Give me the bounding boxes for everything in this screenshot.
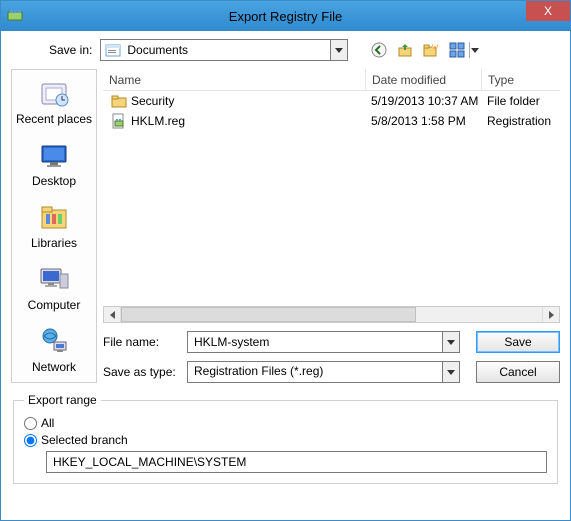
file-name-dropdown[interactable] <box>442 332 459 352</box>
file-row[interactable]: Security 5/19/2013 10:37 AM File folder <box>103 91 560 111</box>
export-selected-radio[interactable] <box>24 434 37 447</box>
place-network[interactable]: Network <box>14 324 94 376</box>
file-name: HKLM.reg <box>131 114 365 128</box>
export-all-radio[interactable] <box>24 417 37 430</box>
save-in-value: Documents <box>125 43 330 57</box>
cancel-button[interactable]: Cancel <box>476 361 560 383</box>
view-dropdown[interactable] <box>469 42 479 58</box>
place-libraries[interactable]: Libraries <box>14 200 94 252</box>
places-bar: Recent places Desktop Libraries Computer… <box>11 69 97 383</box>
save-button[interactable]: Save <box>476 331 560 353</box>
new-folder-button[interactable]: ★ <box>420 39 442 61</box>
file-name: Security <box>131 94 365 108</box>
export-range-legend: Export range <box>24 393 101 407</box>
save-type-combo[interactable]: Registration Files (*.reg) <box>187 361 460 383</box>
app-icon <box>7 8 23 24</box>
up-folder-icon <box>397 42 413 58</box>
place-label: Computer <box>28 298 81 312</box>
place-label: Network <box>32 360 76 374</box>
network-icon <box>38 326 70 358</box>
save-type-label: Save as type: <box>103 365 179 379</box>
back-button[interactable] <box>368 39 390 61</box>
column-date[interactable]: Date modified <box>365 69 481 90</box>
recent-places-icon <box>38 78 70 110</box>
branch-path-input[interactable] <box>46 451 547 473</box>
place-label: Libraries <box>31 236 77 250</box>
svg-text:★: ★ <box>430 42 439 51</box>
export-all-label[interactable]: All <box>41 416 54 430</box>
chevron-right-icon <box>549 311 554 319</box>
close-button[interactable]: X <box>526 1 570 21</box>
column-type[interactable]: Type <box>481 69 560 90</box>
place-recent[interactable]: Recent places <box>14 76 94 128</box>
back-icon <box>371 42 387 58</box>
place-label: Recent places <box>16 112 92 126</box>
file-row[interactable]: HKLM.reg 5/8/2013 1:58 PM Registration <box>103 111 560 131</box>
file-type: Registration <box>481 114 560 128</box>
folder-icon <box>111 93 127 109</box>
title-bar[interactable]: Export Registry File X <box>1 1 570 31</box>
file-name-label: File name: <box>103 335 179 349</box>
file-name-combo[interactable] <box>187 331 460 353</box>
file-date: 5/19/2013 10:37 AM <box>365 94 481 108</box>
export-registry-dialog: Export Registry File X Save in: Document… <box>0 0 571 521</box>
up-level-button[interactable] <box>394 39 416 61</box>
column-name[interactable]: Name <box>103 69 365 90</box>
scroll-left-button[interactable] <box>104 307 121 322</box>
view-icon <box>449 42 465 58</box>
save-in-combo[interactable]: Documents <box>100 39 348 61</box>
chevron-down-icon <box>335 48 343 53</box>
reg-file-icon <box>111 113 127 129</box>
save-type-value: Registration Files (*.reg) <box>188 362 442 382</box>
place-label: Desktop <box>32 174 76 188</box>
save-in-dropdown[interactable] <box>330 40 347 60</box>
chevron-down-icon <box>471 48 479 53</box>
save-type-dropdown[interactable] <box>442 362 459 382</box>
view-menu-button[interactable] <box>446 39 482 61</box>
file-list[interactable]: Security 5/19/2013 10:37 AM File folder … <box>103 91 560 306</box>
chevron-down-icon <box>447 340 455 345</box>
scroll-thumb[interactable] <box>121 307 416 322</box>
file-date: 5/8/2013 1:58 PM <box>365 114 481 128</box>
file-list-header[interactable]: Name Date modified Type <box>103 69 560 91</box>
window-title: Export Registry File <box>1 9 570 24</box>
new-folder-icon: ★ <box>423 42 439 58</box>
chevron-down-icon <box>447 370 455 375</box>
scroll-track[interactable] <box>121 307 542 322</box>
close-icon: X <box>544 4 552 18</box>
place-computer[interactable]: Computer <box>14 262 94 314</box>
place-desktop[interactable]: Desktop <box>14 138 94 190</box>
export-selected-label[interactable]: Selected branch <box>41 433 128 447</box>
libraries-icon <box>38 202 70 234</box>
export-range-group: Export range All Selected branch <box>13 393 558 484</box>
horizontal-scrollbar[interactable] <box>103 306 560 323</box>
computer-icon <box>38 264 70 296</box>
chevron-left-icon <box>110 311 115 319</box>
documents-icon <box>105 42 121 58</box>
scroll-right-button[interactable] <box>542 307 559 322</box>
file-name-input[interactable] <box>188 332 442 352</box>
file-type: File folder <box>481 94 560 108</box>
save-in-label: Save in: <box>49 43 92 57</box>
desktop-icon <box>38 140 70 172</box>
